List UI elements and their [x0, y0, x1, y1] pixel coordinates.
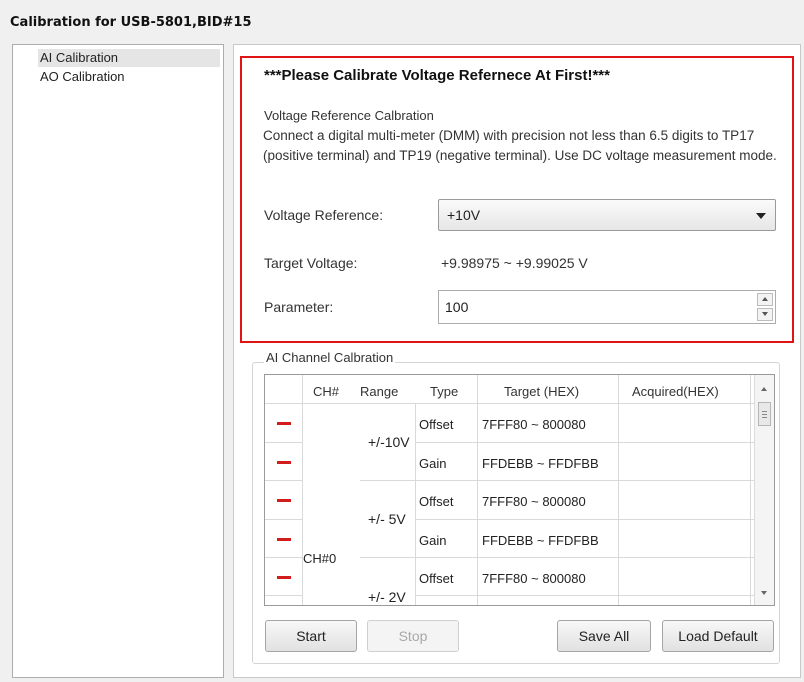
remove-row-icon[interactable] — [277, 461, 291, 464]
target-cell: FFDEBB ~ FFDFBB — [482, 456, 599, 471]
channel-table: CH# Range Type Target (HEX) Acquired(HEX… — [264, 374, 775, 606]
start-button[interactable]: Start — [265, 620, 357, 652]
channel-group-label: AI Channel Calbration — [264, 350, 396, 365]
voltage-reference-group-label: Voltage Reference Calbration — [264, 108, 434, 123]
remove-row-icon[interactable] — [277, 422, 291, 425]
target-cell: 7FFF80 ~ 800080 — [482, 571, 586, 586]
load-default-button[interactable]: Load Default — [662, 620, 774, 652]
increment-button[interactable] — [757, 293, 773, 306]
target-voltage-label: Target Voltage: — [264, 255, 358, 271]
voltage-reference-label: Voltage Reference: — [264, 207, 384, 223]
scroll-up-icon[interactable] — [761, 387, 767, 391]
remove-row-icon[interactable] — [277, 576, 291, 579]
type-cell: Offset — [419, 571, 454, 586]
column-header-target: Target (HEX) — [504, 384, 580, 399]
decrement-button[interactable] — [757, 308, 773, 321]
save-all-button[interactable]: Save All — [557, 620, 651, 652]
stop-button[interactable]: Stop — [367, 620, 459, 652]
sidebar: AI Calibration AO Calibration — [12, 44, 224, 678]
sidebar-item-ai-calibration[interactable]: AI Calibration — [38, 49, 220, 67]
channel-cell: CH#0 — [303, 551, 337, 566]
voltage-reference-value: +10V — [447, 207, 481, 223]
target-cell: 7FFF80 ~ 800080 — [482, 417, 586, 432]
remove-row-icon[interactable] — [277, 499, 291, 502]
target-cell: FFDEBB ~ FFDFBB — [482, 533, 599, 548]
chevron-down-icon — [756, 213, 766, 219]
parameter-label: Parameter: — [264, 299, 334, 315]
range-cell: +/- 5V — [368, 511, 406, 527]
sidebar-item-ao-calibration[interactable]: AO Calibration — [40, 68, 125, 86]
type-cell: Gain — [419, 533, 447, 548]
voltage-reference-select[interactable]: +10V — [438, 199, 776, 231]
parameter-stepper[interactable]: 100 — [438, 290, 776, 324]
target-voltage-value: +9.98975 ~ +9.99025 V — [441, 255, 588, 271]
column-header-range: Range — [360, 384, 399, 399]
scroll-thumb[interactable] — [758, 402, 771, 426]
warning-text: ***Please Calibrate Voltage Refernece At… — [264, 67, 610, 84]
column-header-acquired: Acquired(HEX) — [632, 384, 719, 399]
type-cell: Offset — [419, 494, 454, 509]
column-header-type: Type — [430, 384, 459, 399]
type-cell: Gain — [419, 456, 447, 471]
range-cell: +/- 2V — [368, 589, 406, 605]
arrow-down-icon — [762, 312, 768, 316]
target-cell: 7FFF80 ~ 800080 — [482, 494, 586, 509]
instructions-text: Connect a digital multi-meter (DMM) with… — [263, 128, 777, 163]
window-title: Calibration for USB-5801,BID#15 — [10, 15, 252, 30]
range-cell: +/-10V — [368, 434, 410, 450]
parameter-value: 100 — [445, 299, 469, 315]
scroll-down-icon[interactable] — [761, 591, 767, 595]
type-cell: Offset — [419, 417, 454, 432]
vertical-scrollbar[interactable] — [754, 375, 774, 605]
remove-row-icon[interactable] — [277, 538, 291, 541]
column-header-ch: CH# — [313, 384, 340, 399]
arrow-up-icon — [762, 297, 768, 301]
